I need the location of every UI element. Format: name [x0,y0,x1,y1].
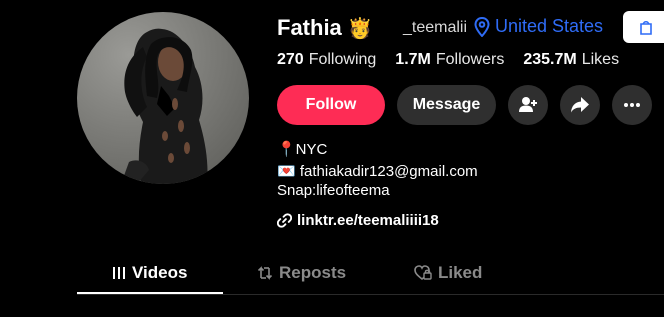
add-friend-icon [519,97,537,112]
link-icon [277,213,292,228]
location[interactable]: United States [474,16,603,37]
following-stat[interactable]: 270 Following [277,51,376,69]
likes-stat: 235.7M Likes [523,51,619,69]
bio-email: 💌 fathiakadir123@gmail.com [277,163,478,180]
username: _teemalii [403,19,468,36]
likes-count: 235.7M [523,51,577,68]
likes-label: Likes [581,51,620,68]
more-options-button[interactable] [612,85,652,125]
tab-reposts[interactable]: Reposts [257,263,346,283]
repost-icon [257,266,273,280]
tab-videos[interactable]: Videos [112,263,187,283]
add-friend-button[interactable] [508,85,548,125]
tab-reposts-label: Reposts [279,263,347,282]
bio-location: 📍NYC [277,141,328,158]
tab-videos-label: Videos [132,263,188,282]
following-label: Following [308,51,377,68]
profile-avatar[interactable] [77,12,249,184]
follow-button[interactable]: Follow [277,85,385,125]
share-profile-button[interactable] [623,11,664,43]
name-emoji: 🫅 [347,17,373,40]
avatar-photo [121,28,208,184]
bio-link[interactable]: linktr.ee/teemaliiii18 [277,212,439,229]
share-icon [571,97,589,113]
followers-count: 1.7M [395,51,431,68]
display-name: Fathia [277,15,342,40]
tab-liked-label: Liked [438,263,483,282]
tabs-divider [77,294,664,295]
share-button[interactable] [560,85,600,125]
tab-liked[interactable]: Liked [414,263,482,283]
profile-stats: 270 Following 1.7M Followers 235.7M Likes [277,51,638,69]
liked-icon [414,265,432,281]
followers-stat[interactable]: 1.7M Followers [395,51,504,69]
following-count: 270 [277,51,304,68]
bag-icon [640,20,652,35]
videos-grid-icon [113,267,125,279]
message-button[interactable]: Message [397,85,496,125]
followers-label: Followers [435,51,505,68]
location-label: United States [495,16,604,36]
location-pin-icon [474,16,490,37]
bio-link-text: linktr.ee/teemaliiii18 [297,212,439,229]
name-row: Fathia 🫅 [277,12,373,44]
more-icon [624,103,640,107]
bio-snap: Snap:lifeofteema [277,182,390,199]
